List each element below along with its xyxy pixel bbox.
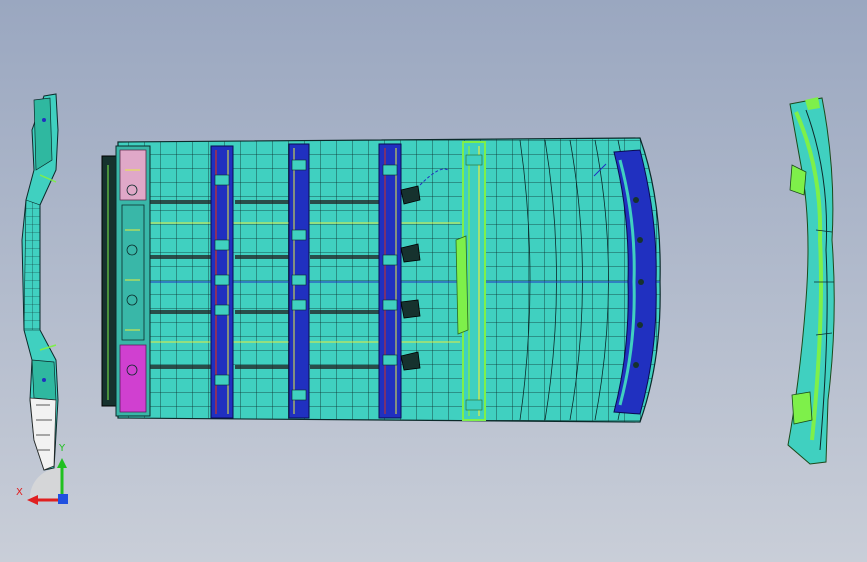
- right-side-profile-part[interactable]: [787, 97, 835, 465]
- cad-scene[interactable]: [0, 0, 867, 562]
- triad-y-label: Y: [59, 443, 66, 454]
- left-side-profile-part[interactable]: [21, 93, 59, 471]
- triad-x-label: X: [16, 487, 23, 498]
- z-axis-marker: [58, 494, 68, 504]
- cross-rib-1[interactable]: [210, 145, 234, 419]
- cad-viewport[interactable]: Y X: [0, 0, 867, 562]
- cross-rib-2[interactable]: [288, 143, 310, 419]
- cross-rib-3[interactable]: [378, 143, 402, 419]
- front-rail-assembly[interactable]: [101, 145, 151, 417]
